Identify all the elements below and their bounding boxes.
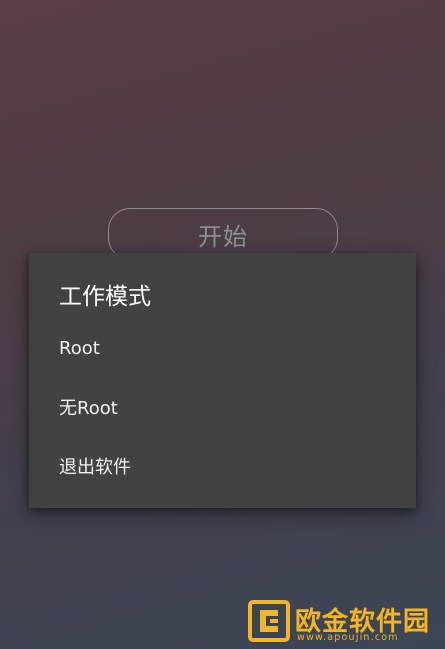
watermark: 欧金软件园 www.apoujin.com bbox=[248, 600, 440, 645]
work-mode-dialog: 工作模式 Root 无Root 退出软件 bbox=[29, 253, 416, 508]
menu-item-root[interactable]: Root bbox=[59, 329, 399, 369]
dialog-title: 工作模式 bbox=[59, 284, 151, 310]
menu-item-exit-app[interactable]: 退出软件 bbox=[59, 448, 399, 488]
menu-item-no-root[interactable]: 无Root bbox=[59, 389, 399, 429]
watermark-logo-icon bbox=[248, 600, 290, 642]
watermark-url: www.apoujin.com bbox=[297, 632, 399, 643]
